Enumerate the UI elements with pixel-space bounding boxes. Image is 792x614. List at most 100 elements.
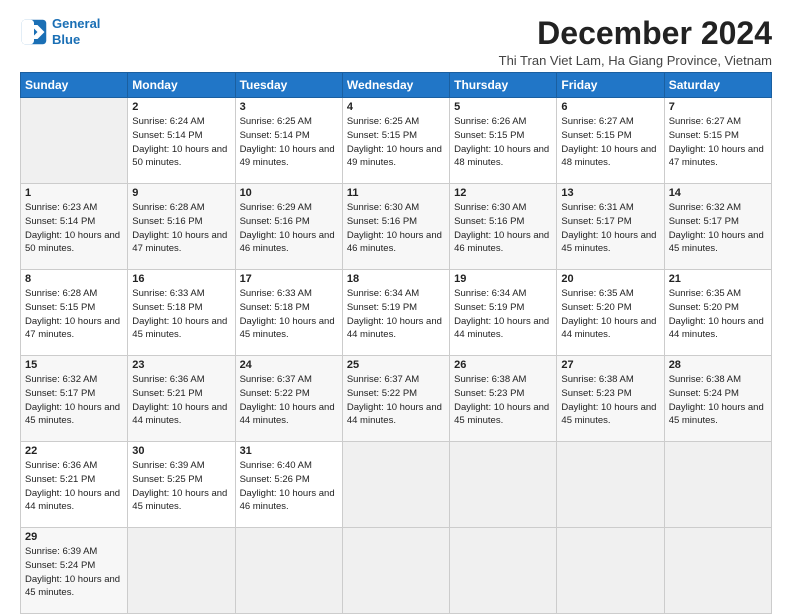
table-row: 25 Sunrise: 6:37 AMSunset: 5:22 PMDayligh… xyxy=(342,356,449,442)
calendar-row: 29Sunrise: 6:39 AMSunset: 5:24 PMDayligh… xyxy=(21,528,772,614)
day-info: Sunrise: 6:36 AMSunset: 5:21 PMDaylight:… xyxy=(25,459,123,514)
calendar-row: 22 Sunrise: 6:36 AMSunset: 5:21 PMDayligh… xyxy=(21,442,772,528)
day-info: Sunrise: 6:37 AMSunset: 5:22 PMDaylight:… xyxy=(240,373,338,428)
day-info: Sunrise: 6:31 AMSunset: 5:17 PMDaylight:… xyxy=(561,201,659,256)
table-row xyxy=(557,528,664,614)
logo-icon xyxy=(20,18,48,46)
day-number: 7 xyxy=(669,101,767,113)
col-tuesday: Tuesday xyxy=(235,73,342,98)
table-row: 6Sunrise: 6:27 AMSunset: 5:15 PMDaylight… xyxy=(557,98,664,184)
table-row xyxy=(342,442,449,528)
table-row: 10 Sunrise: 6:29 AMSunset: 5:16 PMDayligh… xyxy=(235,184,342,270)
calendar-row: 2Sunrise: 6:24 AMSunset: 5:14 PMDaylight… xyxy=(21,98,772,184)
logo-text: General Blue xyxy=(52,16,100,47)
table-row: 5 Sunrise: 6:26 AMSunset: 5:15 PMDaylight… xyxy=(450,98,557,184)
day-number: 22 xyxy=(25,445,123,457)
day-info: Sunrise: 6:25 AMSunset: 5:15 PMDaylight:… xyxy=(347,115,445,170)
day-number: 17 xyxy=(240,273,338,285)
table-row: 31 Sunrise: 6:40 AMSunset: 5:26 PMDayligh… xyxy=(235,442,342,528)
table-row: 16 Sunrise: 6:33 AMSunset: 5:18 PMDayligh… xyxy=(128,270,235,356)
table-row: 4 Sunrise: 6:25 AMSunset: 5:15 PMDaylight… xyxy=(342,98,449,184)
day-info: Sunrise: 6:38 AMSunset: 5:23 PMDaylight:… xyxy=(454,373,552,428)
logo-general: General xyxy=(52,16,100,31)
day-number: 19 xyxy=(454,273,552,285)
day-number: 24 xyxy=(240,359,338,371)
day-info: Sunrise: 6:39 AMSunset: 5:25 PMDaylight:… xyxy=(132,459,230,514)
day-number: 31 xyxy=(240,445,338,457)
day-info: Sunrise: 6:32 AMSunset: 5:17 PMDaylight:… xyxy=(25,373,123,428)
day-number: 8 xyxy=(25,273,123,285)
day-number: 28 xyxy=(669,359,767,371)
day-info: Sunrise: 6:34 AMSunset: 5:19 PMDaylight:… xyxy=(454,287,552,342)
table-row: 23 Sunrise: 6:36 AMSunset: 5:21 PMDayligh… xyxy=(128,356,235,442)
page: General Blue December 2024 Thi Tran Viet… xyxy=(0,0,792,612)
table-row xyxy=(664,528,771,614)
day-info: Sunrise: 6:26 AMSunset: 5:15 PMDaylight:… xyxy=(454,115,552,170)
table-row xyxy=(557,442,664,528)
day-info: Sunrise: 6:33 AMSunset: 5:18 PMDaylight:… xyxy=(240,287,338,342)
table-row: 2Sunrise: 6:24 AMSunset: 5:14 PMDaylight… xyxy=(128,98,235,184)
col-saturday: Saturday xyxy=(664,73,771,98)
table-row xyxy=(21,98,128,184)
table-row xyxy=(450,442,557,528)
day-info: Sunrise: 6:30 AMSunset: 5:16 PMDaylight:… xyxy=(454,201,552,256)
day-info: Sunrise: 6:30 AMSunset: 5:16 PMDaylight:… xyxy=(347,201,445,256)
calendar-header: Sunday Monday Tuesday Wednesday Thursday… xyxy=(21,73,772,98)
day-number: 16 xyxy=(132,273,230,285)
day-number: 18 xyxy=(347,273,445,285)
col-sunday: Sunday xyxy=(21,73,128,98)
day-info: Sunrise: 6:35 AMSunset: 5:20 PMDaylight:… xyxy=(561,287,659,342)
table-row xyxy=(235,528,342,614)
day-number: 10 xyxy=(240,187,338,199)
day-info: Sunrise: 6:27 AMSunset: 5:15 PMDaylight:… xyxy=(561,115,659,170)
logo-blue: Blue xyxy=(52,32,80,47)
day-info: Sunrise: 6:36 AMSunset: 5:21 PMDaylight:… xyxy=(132,373,230,428)
day-number: 12 xyxy=(454,187,552,199)
header-row: Sunday Monday Tuesday Wednesday Thursday… xyxy=(21,73,772,98)
day-info: Sunrise: 6:39 AMSunset: 5:24 PMDaylight:… xyxy=(25,545,123,600)
table-row xyxy=(664,442,771,528)
day-number: 4 xyxy=(347,101,445,113)
table-row: 12 Sunrise: 6:30 AMSunset: 5:16 PMDayligh… xyxy=(450,184,557,270)
table-row: 20 Sunrise: 6:35 AMSunset: 5:20 PMDayligh… xyxy=(557,270,664,356)
day-number: 25 xyxy=(347,359,445,371)
table-row xyxy=(450,528,557,614)
day-info: Sunrise: 6:38 AMSunset: 5:23 PMDaylight:… xyxy=(561,373,659,428)
calendar-row: 15Sunrise: 6:32 AMSunset: 5:17 PMDayligh… xyxy=(21,356,772,442)
calendar-table: Sunday Monday Tuesday Wednesday Thursday… xyxy=(20,72,772,614)
table-row: 21Sunrise: 6:35 AMSunset: 5:20 PMDayligh… xyxy=(664,270,771,356)
day-info: Sunrise: 6:37 AMSunset: 5:22 PMDaylight:… xyxy=(347,373,445,428)
day-info: Sunrise: 6:24 AMSunset: 5:14 PMDaylight:… xyxy=(132,115,230,170)
day-number: 5 xyxy=(454,101,552,113)
calendar-row: 1Sunrise: 6:23 AMSunset: 5:14 PMDaylight… xyxy=(21,184,772,270)
day-number: 27 xyxy=(561,359,659,371)
table-row: 30Sunrise: 6:39 AMSunset: 5:25 PMDayligh… xyxy=(128,442,235,528)
day-info: Sunrise: 6:33 AMSunset: 5:18 PMDaylight:… xyxy=(132,287,230,342)
day-number: 20 xyxy=(561,273,659,285)
table-row: 11 Sunrise: 6:30 AMSunset: 5:16 PMDayligh… xyxy=(342,184,449,270)
day-info: Sunrise: 6:27 AMSunset: 5:15 PMDaylight:… xyxy=(669,115,767,170)
table-row xyxy=(342,528,449,614)
day-number: 26 xyxy=(454,359,552,371)
calendar-row: 8 Sunrise: 6:28 AMSunset: 5:15 PMDaylight… xyxy=(21,270,772,356)
day-number: 1 xyxy=(25,187,123,199)
title-block: December 2024 Thi Tran Viet Lam, Ha Gian… xyxy=(499,16,772,68)
table-row: 24 Sunrise: 6:37 AMSunset: 5:22 PMDayligh… xyxy=(235,356,342,442)
header: General Blue December 2024 Thi Tran Viet… xyxy=(20,16,772,68)
day-info: Sunrise: 6:29 AMSunset: 5:16 PMDaylight:… xyxy=(240,201,338,256)
table-row: 14Sunrise: 6:32 AMSunset: 5:17 PMDayligh… xyxy=(664,184,771,270)
day-number: 11 xyxy=(347,187,445,199)
day-number: 9 xyxy=(132,187,230,199)
day-info: Sunrise: 6:40 AMSunset: 5:26 PMDaylight:… xyxy=(240,459,338,514)
table-row: 13Sunrise: 6:31 AMSunset: 5:17 PMDayligh… xyxy=(557,184,664,270)
table-row: 29Sunrise: 6:39 AMSunset: 5:24 PMDayligh… xyxy=(21,528,128,614)
table-row: 15Sunrise: 6:32 AMSunset: 5:17 PMDayligh… xyxy=(21,356,128,442)
day-number: 23 xyxy=(132,359,230,371)
table-row: 9Sunrise: 6:28 AMSunset: 5:16 PMDaylight… xyxy=(128,184,235,270)
day-info: Sunrise: 6:25 AMSunset: 5:14 PMDaylight:… xyxy=(240,115,338,170)
day-info: Sunrise: 6:28 AMSunset: 5:15 PMDaylight:… xyxy=(25,287,123,342)
day-info: Sunrise: 6:38 AMSunset: 5:24 PMDaylight:… xyxy=(669,373,767,428)
calendar-body: 2Sunrise: 6:24 AMSunset: 5:14 PMDaylight… xyxy=(21,98,772,614)
main-title: December 2024 xyxy=(499,16,772,51)
table-row: 26 Sunrise: 6:38 AMSunset: 5:23 PMDayligh… xyxy=(450,356,557,442)
